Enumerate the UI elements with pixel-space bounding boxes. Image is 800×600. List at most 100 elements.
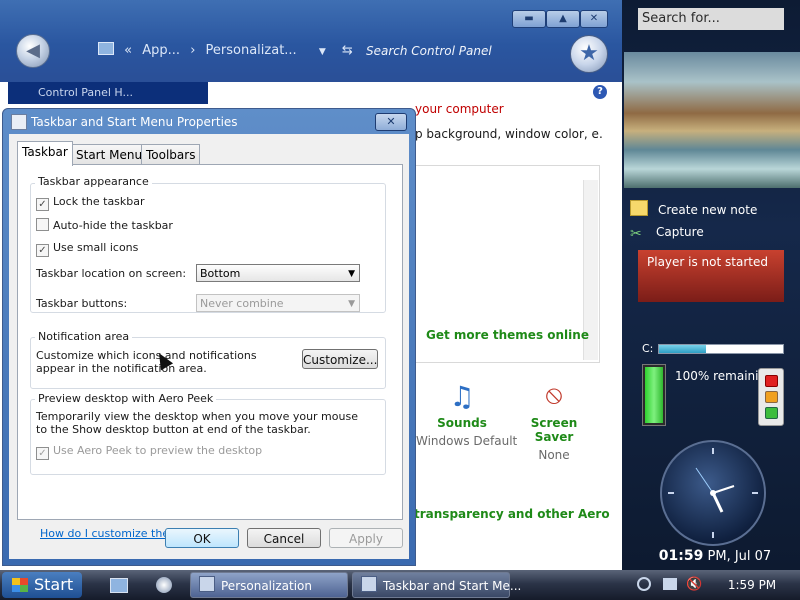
green-light-icon (765, 407, 778, 419)
screen-saver-item[interactable]: ⦸ Screen Saver None (512, 380, 596, 462)
drive-label: C: (642, 342, 654, 355)
taskbar-properties-icon (361, 576, 377, 592)
start-label: Start (34, 575, 74, 594)
red-light-icon (765, 375, 778, 387)
customize-button[interactable]: Customize... (302, 349, 378, 369)
lock-taskbar-label: Lock the taskbar (53, 195, 145, 208)
capture-label: Capture (656, 225, 704, 239)
aero-peek-checkbox[interactable]: ✓ Use Aero Peek to preview the desktop (36, 444, 262, 460)
tray-clock[interactable]: 1:59 PM (712, 572, 792, 598)
sidebar-search-input[interactable]: Search for... (638, 8, 784, 30)
ok-button[interactable]: OK (165, 528, 239, 548)
network-icon[interactable] (663, 578, 677, 590)
create-note-label: Create new note (658, 203, 758, 217)
slideshow-gadget[interactable] (624, 52, 800, 188)
buttons-value: Never combine (200, 297, 284, 310)
empty-checkbox-icon (36, 218, 49, 231)
no-screensaver-icon: ⦸ (545, 380, 563, 410)
quick-launch-icon[interactable] (156, 577, 172, 593)
sounds-label: Sounds (437, 416, 487, 430)
location-label: Taskbar location on screen: (36, 267, 187, 280)
buttons-label: Taskbar buttons: (36, 297, 128, 310)
get-more-themes-link[interactable]: Get more themes online (426, 328, 589, 342)
aero-peek-label: Preview desktop with Aero Peek (35, 392, 217, 405)
tab-start-menu[interactable]: Start Menu (71, 144, 148, 165)
chevron-down-icon: ▼ (348, 269, 355, 279)
star-icon[interactable]: ★ (570, 35, 608, 73)
create-note-link[interactable]: Create new note (630, 200, 757, 217)
back-button[interactable]: ◀ (16, 34, 50, 68)
close-button[interactable]: ✕ (580, 10, 608, 28)
chevron-down-icon: ▼ (348, 299, 355, 309)
tab-panel-taskbar: Taskbar appearance ✓ Lock the taskbar Aut… (17, 164, 403, 540)
aero-peek-desc: Temporarily view the desktop when you mo… (36, 410, 358, 436)
buttons-select[interactable]: Never combine ▼ (196, 294, 360, 312)
drive-usage-fill (659, 345, 707, 353)
battery-meter (642, 364, 666, 426)
dialog-close-button[interactable]: ✕ (375, 113, 407, 131)
capture-link[interactable]: ✂ Capture (630, 225, 704, 241)
player-status: Player is not started (647, 255, 768, 269)
tab-toolbars[interactable]: Toolbars (141, 144, 201, 165)
aero-peek-checkbox-label: Use Aero Peek to preview the desktop (53, 444, 263, 457)
music-notes-icon: ♫ (449, 380, 475, 413)
breadcrumb-personalization[interactable]: Personalizat... (206, 43, 297, 58)
checkmark-icon: ✓ (36, 447, 49, 460)
dialog-body: Taskbar Start Menu Toolbars Taskbar appe… (9, 134, 409, 559)
minimize-button[interactable]: ▬ (512, 10, 546, 28)
sounds-item[interactable]: ♫ Sounds Windows Default (416, 380, 518, 448)
clock-face-icon (668, 448, 758, 538)
status-lights (758, 368, 784, 426)
apply-button[interactable]: Apply (329, 528, 403, 548)
windows-logo-icon (12, 578, 28, 592)
amber-light-icon (765, 391, 778, 403)
page-description: p background, window color, e. (415, 127, 603, 141)
auto-hide-label: Auto-hide the taskbar (53, 219, 173, 232)
monitor-icon (98, 42, 114, 55)
volume-muted-icon[interactable]: 🔇 (686, 577, 702, 592)
breadcrumb-appearance[interactable]: App... (142, 43, 180, 58)
drive-usage-bar (658, 344, 784, 354)
dropdown-arrow-icon[interactable]: ▼ (319, 47, 326, 57)
location-select[interactable]: Bottom ▼ (196, 264, 360, 282)
dialog-title: Taskbar and Start Menu Properties (31, 115, 238, 129)
left-pane-link[interactable]: Control Panel H... (8, 82, 208, 104)
show-desktop-icon[interactable] (110, 578, 128, 593)
taskbar-icon (11, 114, 27, 130)
help-icon[interactable]: ? (593, 85, 607, 99)
checkmark-icon: ✓ (36, 244, 49, 257)
taskbar-appearance-label: Taskbar appearance (35, 175, 152, 188)
refresh-icon[interactable]: ⇆ (342, 43, 353, 58)
task-personalization[interactable]: Personalization (190, 572, 348, 598)
arrow-left-icon: ◀ (26, 40, 40, 61)
cancel-button[interactable]: Cancel (247, 528, 321, 548)
tray-circle-icon[interactable] (637, 577, 651, 591)
page-heading: your computer (415, 102, 504, 116)
address-bar[interactable]: « App... › Personalizat... ▼ ⇆ (98, 40, 358, 62)
sounds-value: Windows Default (416, 434, 518, 448)
small-icons-label: Use small icons (53, 241, 139, 254)
clock-date: PM, Jul 07 (707, 549, 772, 564)
auto-hide-checkbox[interactable]: Auto-hide the taskbar (36, 218, 173, 233)
clock-gadget[interactable] (660, 440, 766, 546)
clock-time: 01:59 (658, 548, 704, 564)
battery-fill (645, 367, 663, 423)
lock-taskbar-checkbox[interactable]: ✓ Lock the taskbar (36, 195, 145, 211)
start-button[interactable]: Start (2, 572, 82, 598)
checkmark-icon: ✓ (36, 198, 49, 211)
notification-area-label: Notification area (35, 330, 133, 343)
task-taskbar-properties[interactable]: Taskbar and Start Me... (352, 572, 521, 598)
maximize-button[interactable]: ▲ (546, 10, 580, 28)
screen-saver-label: Screen Saver (530, 416, 578, 444)
media-player-gadget[interactable]: Player is not started (638, 250, 784, 302)
scissors-icon: ✂ (630, 226, 642, 242)
personalization-icon (199, 576, 215, 592)
breadcrumb-separator: › (190, 43, 196, 58)
drive-meter-gadget: C: (638, 342, 784, 356)
breadcrumb-chevron: « (124, 43, 133, 58)
aero-link[interactable]: transparency and other Aero (414, 507, 610, 521)
search-control-panel-input[interactable]: Search Control Panel (366, 40, 566, 62)
task-personalization-label: Personalization (221, 579, 312, 593)
small-icons-checkbox[interactable]: ✓ Use small icons (36, 241, 138, 257)
tab-taskbar[interactable]: Taskbar (17, 141, 73, 166)
